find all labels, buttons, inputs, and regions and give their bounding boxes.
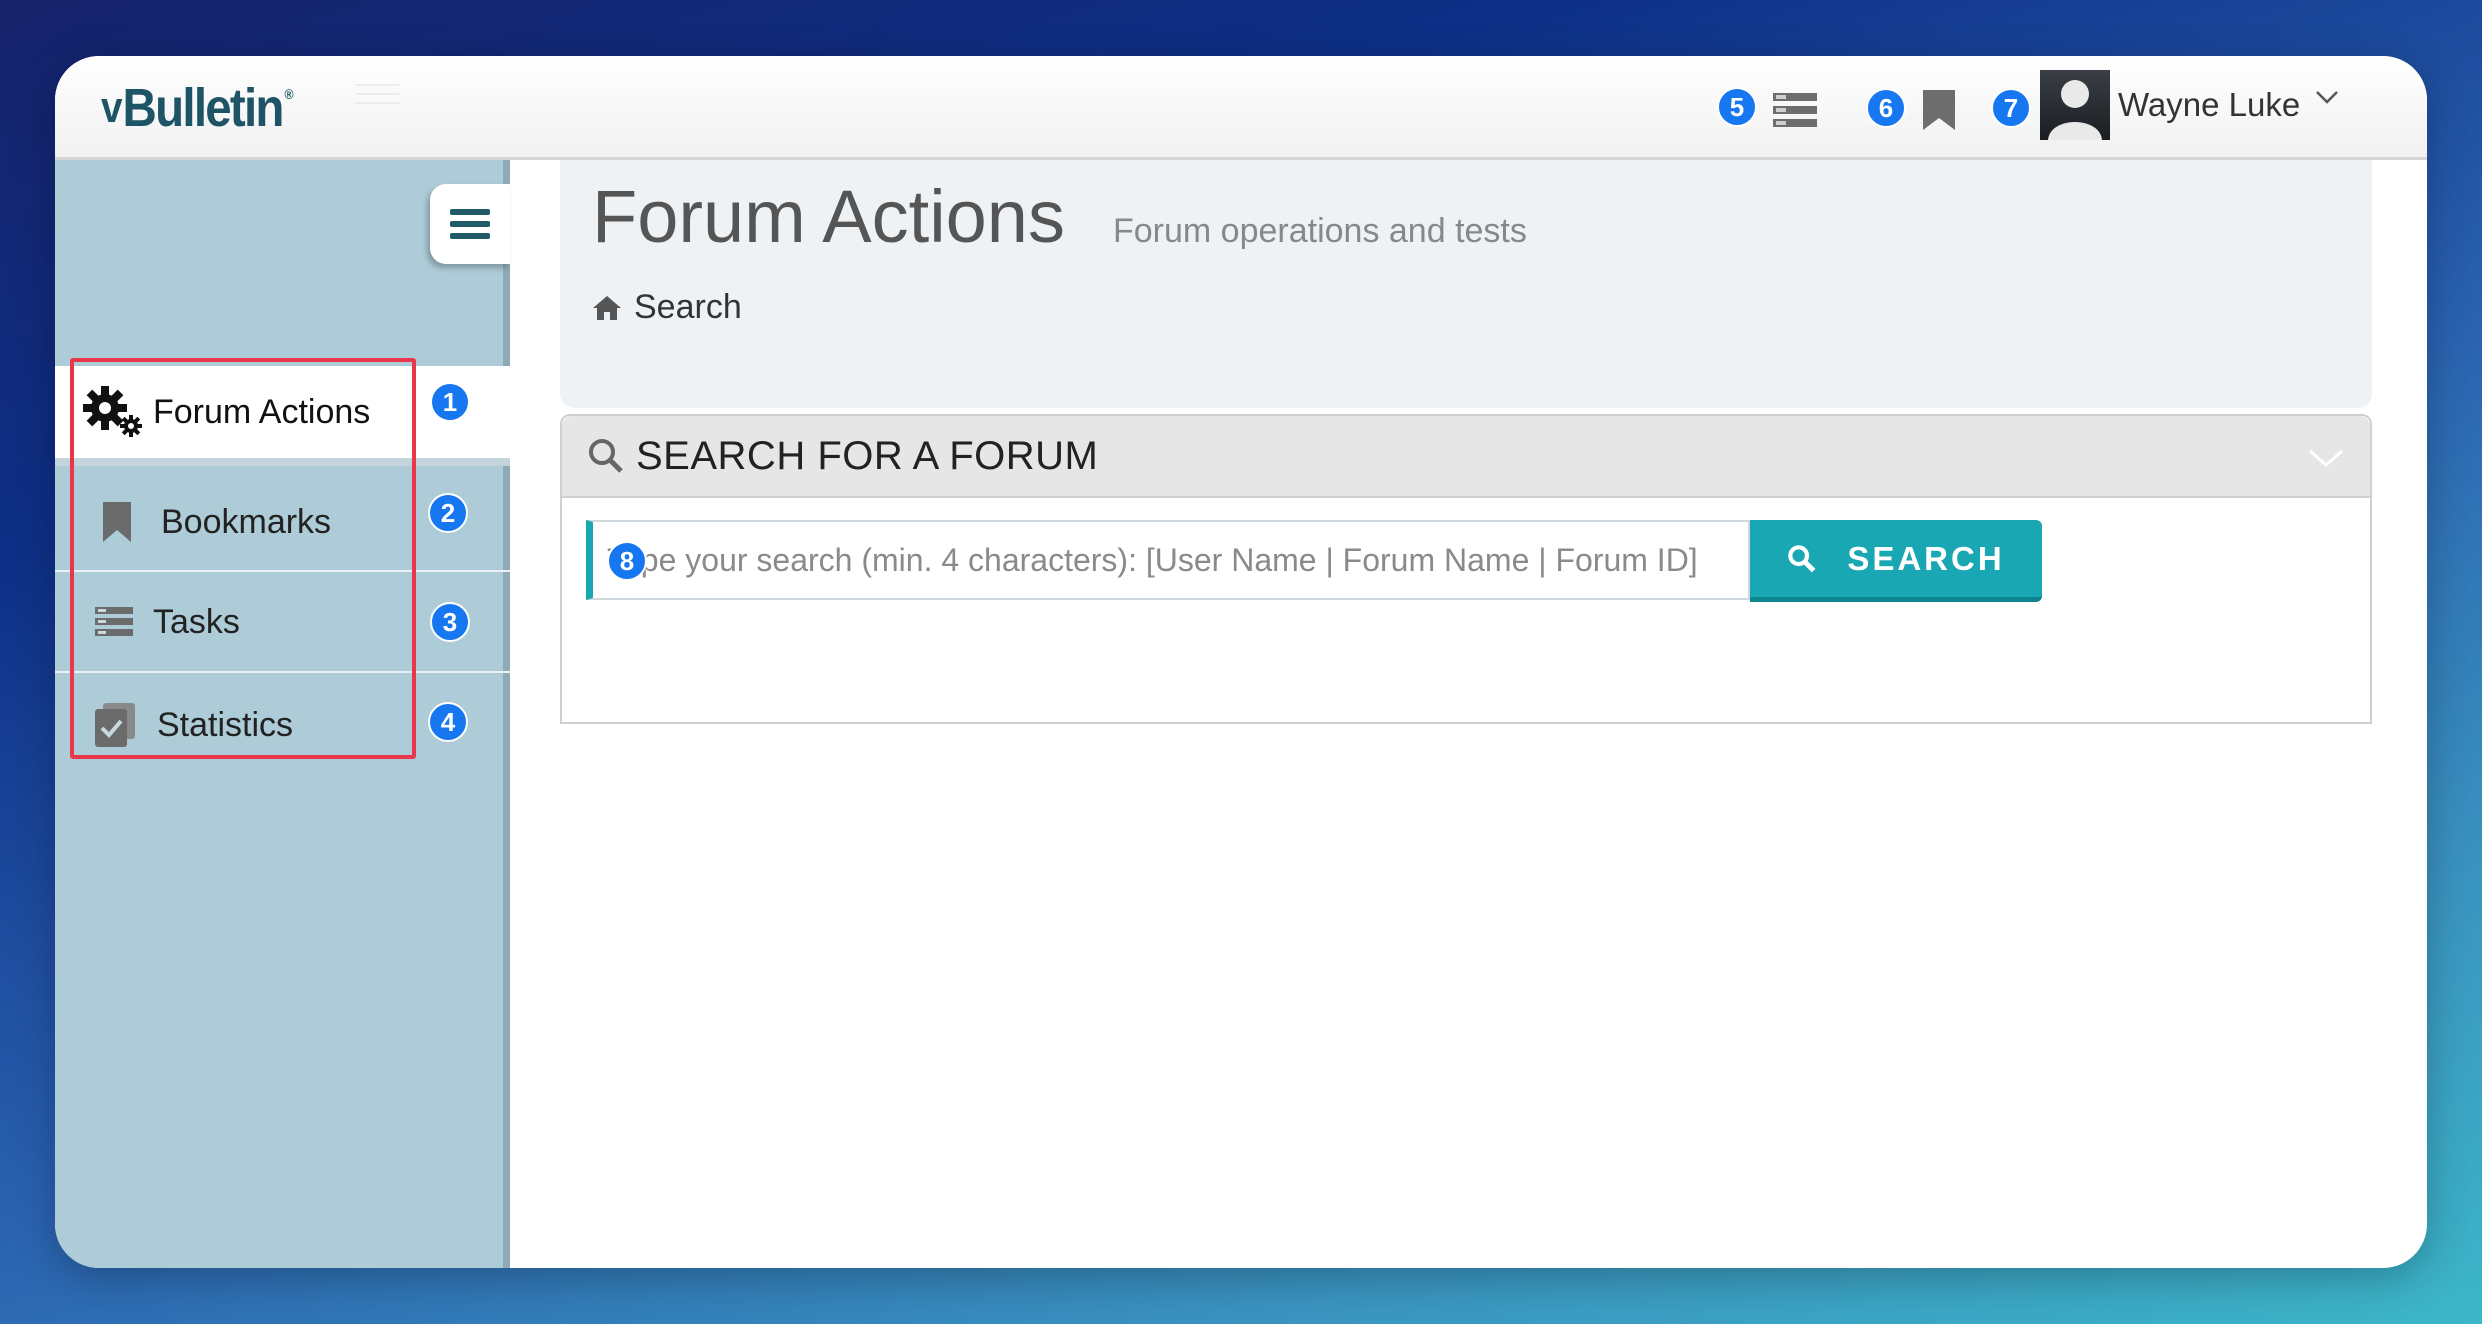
ghost-menu-icon: [355, 84, 399, 108]
app-window: v Bulletin ® 5 6 7 Wayne Luke Forum Acti…: [55, 56, 2427, 1268]
breadcrumb-label: Search: [634, 288, 742, 326]
search-input[interactable]: [586, 520, 1750, 600]
badge-3: 3: [430, 602, 470, 642]
badge-8: 8: [607, 541, 647, 581]
logo-text: Bulletin: [122, 78, 285, 138]
tasks-icon[interactable]: [1773, 93, 1817, 127]
page-header: Forum Actions Forum operations and tests…: [560, 160, 2372, 408]
user-name[interactable]: Wayne Luke: [2118, 86, 2300, 124]
page-title: Forum Actions: [592, 175, 1065, 258]
chevron-down-icon[interactable]: [2308, 448, 2344, 468]
search-button[interactable]: SEARCH: [1750, 520, 2042, 602]
highlight-box: [70, 358, 416, 759]
search-icon: [589, 439, 623, 473]
logo-reg: ®: [284, 86, 293, 102]
chevron-down-icon[interactable]: [2315, 90, 2339, 104]
top-bar: v Bulletin ® 5 6 7 Wayne Luke: [55, 56, 2427, 160]
badge-1: 1: [430, 382, 470, 422]
search-button-label: SEARCH: [1847, 539, 2005, 577]
search-panel-header[interactable]: SEARCH FOR A FORUM: [562, 416, 2370, 498]
badge-5: 5: [1717, 87, 1757, 127]
search-panel: SEARCH FOR A FORUM SEARCH 8: [560, 414, 2372, 724]
hamburger-icon: [450, 209, 490, 215]
search-row: SEARCH: [586, 520, 2042, 602]
bookmark-icon[interactable]: [1923, 90, 1955, 130]
logo-mark: v: [101, 83, 123, 132]
badge-6: 6: [1866, 88, 1906, 128]
home-icon: [593, 295, 621, 320]
search-icon: [1788, 544, 1816, 572]
vbulletin-logo[interactable]: v Bulletin ®: [101, 78, 294, 138]
page-subtitle: Forum operations and tests: [1113, 212, 1527, 250]
breadcrumb[interactable]: Search: [592, 288, 742, 327]
avatar[interactable]: [2040, 70, 2110, 140]
search-panel-title: SEARCH FOR A FORUM: [636, 433, 1099, 478]
badge-4: 4: [428, 702, 468, 742]
sidebar: Forum Actions 1 Bookmarks 2 Tasks 3 Stat…: [55, 160, 510, 1268]
badge-2: 2: [428, 493, 468, 533]
menu-toggle-button[interactable]: [430, 184, 510, 264]
badge-7: 7: [1991, 88, 2031, 128]
